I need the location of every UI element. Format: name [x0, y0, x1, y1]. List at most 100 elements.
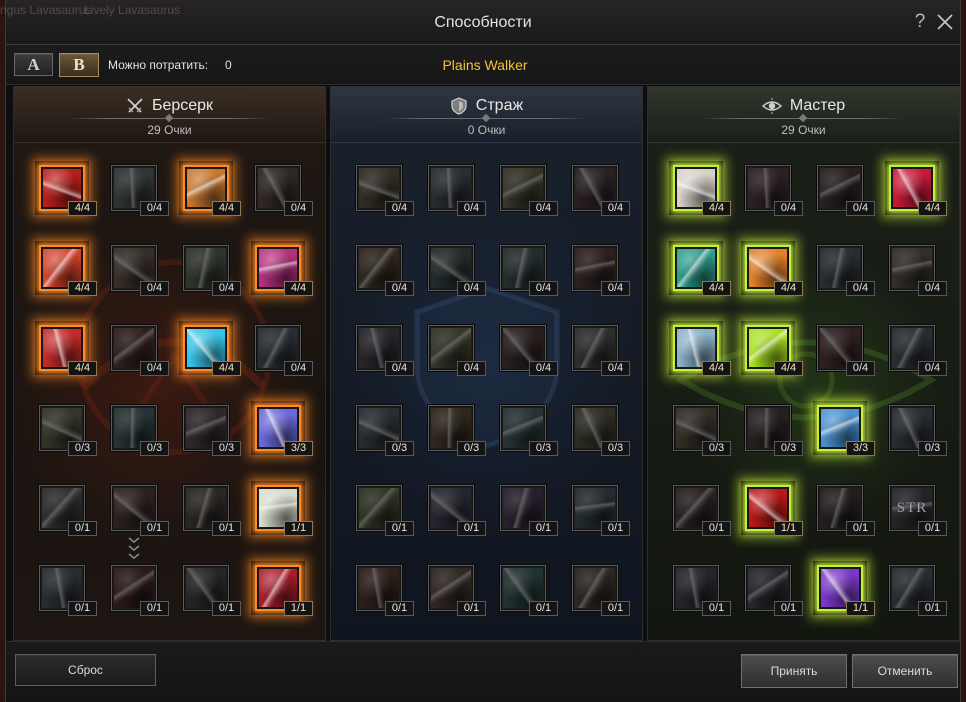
skill-level-badge: 4/4 — [702, 201, 731, 216]
skill-node[interactable]: 0/4 — [572, 325, 630, 376]
skill-node[interactable]: 1/1 — [817, 565, 875, 616]
skill-node[interactable]: 0/1 — [500, 565, 558, 616]
skill-node[interactable]: 0/1 — [889, 565, 947, 616]
skill-node[interactable]: 0/4 — [572, 245, 630, 296]
skill-level-badge: 0/4 — [212, 281, 241, 296]
question-icon: ? — [914, 11, 926, 32]
build-name: Plains Walker — [442, 57, 528, 73]
skill-node[interactable]: 0/4 — [111, 165, 169, 216]
skill-node[interactable]: 0/1 — [673, 485, 731, 536]
skill-node[interactable]: 0/1 — [39, 485, 97, 536]
skill-level-badge: 0/1 — [601, 521, 630, 536]
skill-node[interactable]: 4/4 — [745, 325, 803, 376]
skill-node[interactable]: 0/1 — [428, 565, 486, 616]
skill-node[interactable]: 0/4 — [356, 165, 414, 216]
skill-level-badge: 4/4 — [284, 281, 313, 296]
skill-node[interactable]: 1/1 — [255, 485, 313, 536]
skill-tree-berserker: Берсерк 29 Очки 4/4 0/4 4/4 0/4 4/4 0/4 0/4 4/4… — [13, 86, 326, 641]
skill-node[interactable]: 1/1 — [745, 485, 803, 536]
skill-node[interactable]: 0/1 — [673, 565, 731, 616]
skill-node[interactable]: 0/1 — [745, 565, 803, 616]
skill-level-badge: 3/3 — [284, 441, 313, 456]
skill-node[interactable]: 0/1 — [356, 485, 414, 536]
skill-node[interactable]: 3/3 — [255, 405, 313, 456]
skill-node[interactable]: 4/4 — [183, 165, 241, 216]
cancel-button[interactable]: Отменить — [852, 654, 958, 688]
skill-node[interactable]: 4/4 — [183, 325, 241, 376]
skill-node[interactable]: 0/4 — [428, 165, 486, 216]
skill-node[interactable]: 0/4 — [817, 325, 875, 376]
skill-node[interactable]: 0/1 — [111, 485, 169, 536]
skill-node[interactable]: 0/4 — [745, 165, 803, 216]
reset-button[interactable]: Сброс — [15, 654, 156, 686]
skill-node[interactable]: 0/4 — [111, 325, 169, 376]
skill-node[interactable]: 0/1 — [183, 565, 241, 616]
skill-node[interactable]: 0/4 — [500, 165, 558, 216]
footer-bar: Сброс Принять Отменить — [6, 641, 960, 702]
skill-node[interactable]: 0/3 — [111, 405, 169, 456]
skill-node[interactable]: 0/1 — [572, 485, 630, 536]
skill-node[interactable]: 0/4 — [500, 325, 558, 376]
skill-node[interactable]: 0/3 — [183, 405, 241, 456]
skill-node[interactable]: 4/4 — [255, 245, 313, 296]
skill-node[interactable]: 0/1 — [356, 565, 414, 616]
skill-node[interactable]: 0/1 — [39, 565, 97, 616]
skill-node[interactable]: 0/4 — [428, 245, 486, 296]
skill-node[interactable]: 4/4 — [673, 245, 731, 296]
skill-node[interactable]: STR 0/1 — [889, 485, 947, 536]
preset-toolbar: A B Можно потратить: 0 Plains Walker — [6, 45, 960, 85]
skill-node[interactable]: 0/1 — [817, 485, 875, 536]
skill-level-badge: 0/1 — [457, 601, 486, 616]
skill-node[interactable]: 0/3 — [889, 405, 947, 456]
preset-a-button[interactable]: A — [14, 53, 53, 76]
close-button[interactable] — [935, 12, 955, 32]
skill-node[interactable]: 0/4 — [183, 245, 241, 296]
close-icon — [937, 14, 953, 30]
skill-node[interactable]: 0/1 — [572, 565, 630, 616]
skill-node[interactable]: 0/3 — [39, 405, 97, 456]
skill-node[interactable]: 1/1 — [255, 565, 313, 616]
skill-node[interactable]: 4/4 — [673, 165, 731, 216]
skill-node[interactable]: 0/1 — [500, 485, 558, 536]
preset-b-button[interactable]: B — [59, 53, 99, 77]
skill-node[interactable]: 0/3 — [500, 405, 558, 456]
skill-node[interactable]: 4/4 — [39, 245, 97, 296]
skill-node[interactable]: 0/3 — [572, 405, 630, 456]
skill-level-badge: 0/4 — [140, 361, 169, 376]
skill-node[interactable]: 0/4 — [817, 165, 875, 216]
skill-node[interactable]: 0/4 — [889, 325, 947, 376]
skill-level-badge: 0/3 — [140, 441, 169, 456]
skill-node[interactable]: 4/4 — [745, 245, 803, 296]
skill-node[interactable]: 0/1 — [111, 565, 169, 616]
skill-level-badge: 0/1 — [385, 521, 414, 536]
skill-grid: 4/4 0/4 0/4 4/4 4/4 4/4 0/4 0/4 4/4 4/4 0/4 0/4 0/3 0… — [648, 87, 959, 640]
skill-node[interactable]: 0/4 — [111, 245, 169, 296]
help-button[interactable]: ? — [910, 10, 930, 34]
skill-node[interactable]: 0/3 — [356, 405, 414, 456]
skill-node[interactable]: 0/3 — [745, 405, 803, 456]
skill-node[interactable]: 4/4 — [39, 325, 97, 376]
skill-node[interactable]: 0/4 — [255, 165, 313, 216]
skill-node[interactable]: 0/4 — [889, 245, 947, 296]
skill-level-badge: 3/3 — [846, 441, 875, 456]
skill-node[interactable]: 0/1 — [183, 485, 241, 536]
skill-node[interactable]: 4/4 — [889, 165, 947, 216]
skill-node[interactable]: 0/4 — [356, 245, 414, 296]
skill-node[interactable]: 4/4 — [673, 325, 731, 376]
accept-button[interactable]: Принять — [741, 654, 847, 688]
skill-node[interactable]: 0/3 — [673, 405, 731, 456]
skill-node[interactable]: 0/4 — [572, 165, 630, 216]
skill-node[interactable]: 0/1 — [428, 485, 486, 536]
skill-node[interactable]: 3/3 — [817, 405, 875, 456]
skill-level-badge: 0/4 — [846, 281, 875, 296]
skill-node[interactable]: 0/4 — [817, 245, 875, 296]
skill-level-badge: 0/1 — [918, 521, 947, 536]
skill-node[interactable]: 0/4 — [356, 325, 414, 376]
skill-node[interactable]: 0/4 — [500, 245, 558, 296]
skill-node[interactable]: 4/4 — [39, 165, 97, 216]
skill-level-badge: 0/1 — [140, 601, 169, 616]
skill-node[interactable]: 0/3 — [428, 405, 486, 456]
skill-node[interactable]: 0/4 — [255, 325, 313, 376]
skill-level-badge: 0/4 — [385, 281, 414, 296]
skill-node[interactable]: 0/4 — [428, 325, 486, 376]
